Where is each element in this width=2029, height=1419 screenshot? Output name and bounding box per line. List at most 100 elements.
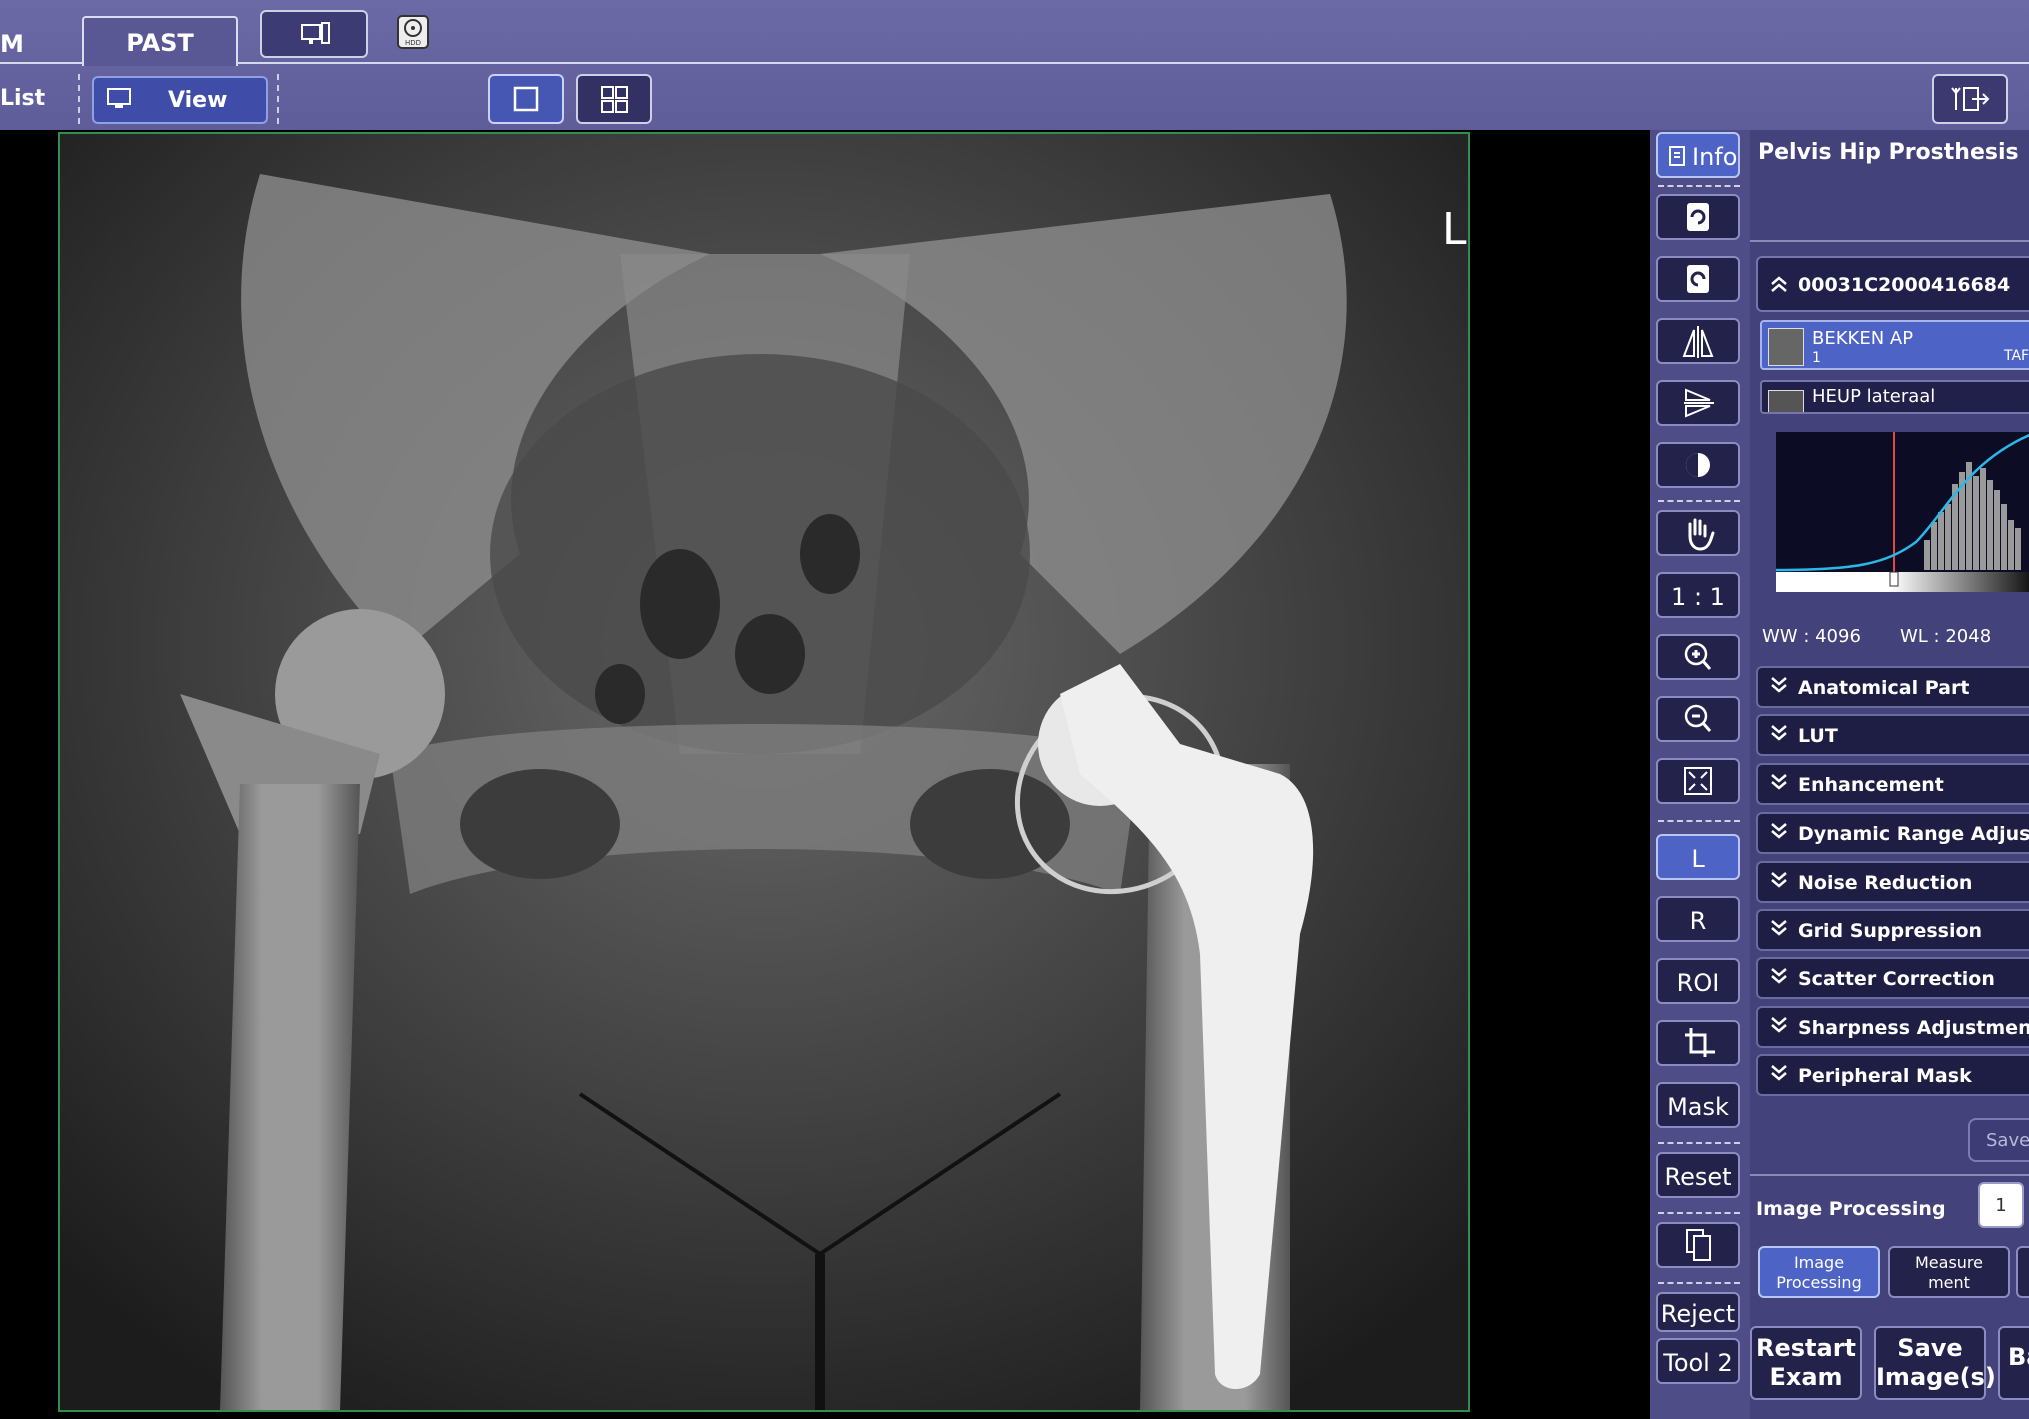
toolbar-separator — [277, 74, 279, 124]
series-name: HEUP lateraal — [1812, 386, 1936, 407]
section-label: LUT — [1798, 725, 1838, 747]
fit-screen-icon — [1684, 767, 1712, 795]
action-label-line1: Restart — [1755, 1334, 1857, 1362]
info-button-label: Info — [1692, 143, 1738, 171]
mode-label-line2: ment — [1928, 1273, 1970, 1292]
top-toolbar: M PAST HDD List View — [0, 0, 2029, 130]
image-viewer[interactable]: L — [0, 130, 1650, 1419]
reset-button[interactable]: Reset — [1656, 1152, 1740, 1198]
tab-divider-line — [0, 62, 2029, 64]
grid-layout-button[interactable] — [576, 74, 652, 124]
tab-past[interactable]: PAST — [82, 16, 238, 66]
series-extra: TAF — [2004, 348, 2029, 364]
flip-vertical-icon — [1684, 388, 1714, 418]
window-level-readout: WL : 2048 — [1900, 626, 1992, 647]
section-lut[interactable]: LUT — [1756, 714, 2029, 756]
image-processing-mode-button[interactable]: Image Processing — [1758, 1246, 1880, 1298]
chevron-down-icon — [1771, 823, 1787, 839]
svg-text:HDD: HDD — [405, 39, 421, 47]
back-button[interactable]: Ba — [1998, 1326, 2029, 1400]
histogram-graph — [1775, 432, 2029, 592]
series-name: BEKKEN AP — [1812, 328, 1914, 349]
view-button[interactable]: View — [92, 76, 268, 124]
zoom-in-button[interactable] — [1656, 634, 1740, 680]
section-label: Scatter Correction — [1798, 968, 1995, 990]
rotate-clockwise-icon — [1687, 203, 1709, 231]
copy-pages-icon — [1686, 1229, 1711, 1261]
tool-separator — [1658, 1142, 1740, 1144]
crop-icon — [1685, 1028, 1715, 1057]
restart-exam-button[interactable]: Restart Exam — [1750, 1326, 1862, 1400]
section-grid-suppression[interactable]: Grid Suppression — [1756, 909, 2029, 951]
tools-exit-button[interactable] — [1932, 74, 2008, 124]
toolbar-separator — [78, 74, 80, 124]
flip-horizontal-button[interactable] — [1656, 318, 1740, 364]
section-anatomical-part[interactable]: Anatomical Part — [1756, 666, 2029, 708]
accession-number: 00031C2000416684 — [1798, 274, 2011, 296]
section-label: Anatomical Part — [1798, 677, 1970, 699]
action-label-line1: Save — [1897, 1334, 1963, 1362]
monitor-device-icon — [301, 22, 330, 44]
tool-separator — [1658, 820, 1740, 822]
info-button[interactable]: Info — [1656, 132, 1740, 178]
chevron-down-icon — [1771, 677, 1787, 693]
measurement-mode-button[interactable]: Measure ment — [1888, 1246, 2010, 1298]
section-dynamic-range-adjustment[interactable]: Dynamic Range Adjustment — [1756, 812, 2029, 854]
tool2-button[interactable]: Tool 2 — [1656, 1338, 1740, 1384]
section-enhancement[interactable]: Enhancement — [1756, 763, 2029, 805]
grid-2x2-icon — [601, 86, 628, 113]
action-label-line1: Ba — [2008, 1343, 2029, 1371]
save-images-button[interactable]: Save Image(s) — [1874, 1326, 1996, 1400]
section-label: Dynamic Range Adjustment — [1798, 823, 2029, 845]
left-marker-button[interactable]: L — [1656, 834, 1740, 880]
pan-button[interactable] — [1656, 510, 1740, 556]
mask-button[interactable]: Mask — [1656, 1082, 1740, 1128]
right-marker-button[interactable]: R — [1656, 896, 1740, 942]
rotate-ccw-button[interactable] — [1656, 256, 1740, 302]
hdd-icon[interactable]: HDD — [396, 14, 430, 50]
one-to-one-button[interactable]: 1 : 1 — [1656, 572, 1740, 618]
orientation-marker: L — [1442, 204, 1467, 255]
section-scatter-correction[interactable]: Scatter Correction — [1756, 957, 2029, 999]
xray-image[interactable]: L — [58, 132, 1470, 1412]
chevron-up-icon — [1771, 276, 1787, 292]
fit-to-screen-button[interactable] — [1656, 758, 1740, 804]
section-noise-reduction[interactable]: Noise Reduction — [1756, 861, 2029, 903]
chevron-down-icon — [1771, 920, 1787, 936]
flip-vertical-button[interactable] — [1656, 380, 1740, 426]
tools-exit-icon — [1951, 87, 1990, 111]
section-sharpness-adjustment[interactable]: Sharpness Adjustment — [1756, 1006, 2029, 1048]
action-label-line2: Exam — [1769, 1363, 1843, 1391]
zoom-in-icon — [1684, 642, 1712, 670]
section-label: Peripheral Mask — [1798, 1065, 1972, 1087]
series-item-bekken-ap[interactable]: BEKKEN AP 1 TAF — [1760, 320, 2029, 370]
mode-label-line2: Processing — [1776, 1273, 1862, 1292]
tab-m[interactable]: M — [0, 30, 24, 58]
copy-button[interactable] — [1656, 1222, 1740, 1268]
section-label: Sharpness Adjustment — [1798, 1017, 2029, 1039]
mode-button-overflow[interactable] — [2016, 1246, 2029, 1298]
accession-header[interactable]: 00031C2000416684 — [1756, 256, 2029, 312]
series-thumbnail — [1768, 390, 1804, 412]
tool-separator — [1658, 185, 1740, 187]
section-label: Noise Reduction — [1798, 872, 1973, 894]
section-peripheral-mask[interactable]: Peripheral Mask — [1756, 1054, 2029, 1096]
rotate-counterclockwise-icon — [1687, 265, 1709, 293]
reject-button[interactable]: Reject — [1656, 1292, 1740, 1332]
monitor-icon — [107, 88, 131, 108]
zoom-out-button[interactable] — [1656, 696, 1740, 742]
invert-icon — [1686, 453, 1710, 477]
rotate-cw-button[interactable] — [1656, 194, 1740, 240]
series-item-heup-lateraal[interactable]: HEUP lateraal — [1760, 380, 2029, 414]
histogram[interactable] — [1775, 432, 2029, 592]
chevron-down-icon — [1771, 1065, 1787, 1081]
image-processing-value[interactable]: 1 — [1978, 1182, 2024, 1228]
save-settings-button[interactable]: Save — [1968, 1118, 2029, 1162]
single-layout-button[interactable] — [488, 74, 564, 124]
device-button[interactable] — [260, 10, 368, 58]
invert-button[interactable] — [1656, 442, 1740, 488]
tool-separator — [1658, 1212, 1740, 1214]
roi-button[interactable]: ROI — [1656, 958, 1740, 1004]
list-tab[interactable]: List — [0, 86, 45, 111]
crop-button[interactable] — [1656, 1020, 1740, 1066]
